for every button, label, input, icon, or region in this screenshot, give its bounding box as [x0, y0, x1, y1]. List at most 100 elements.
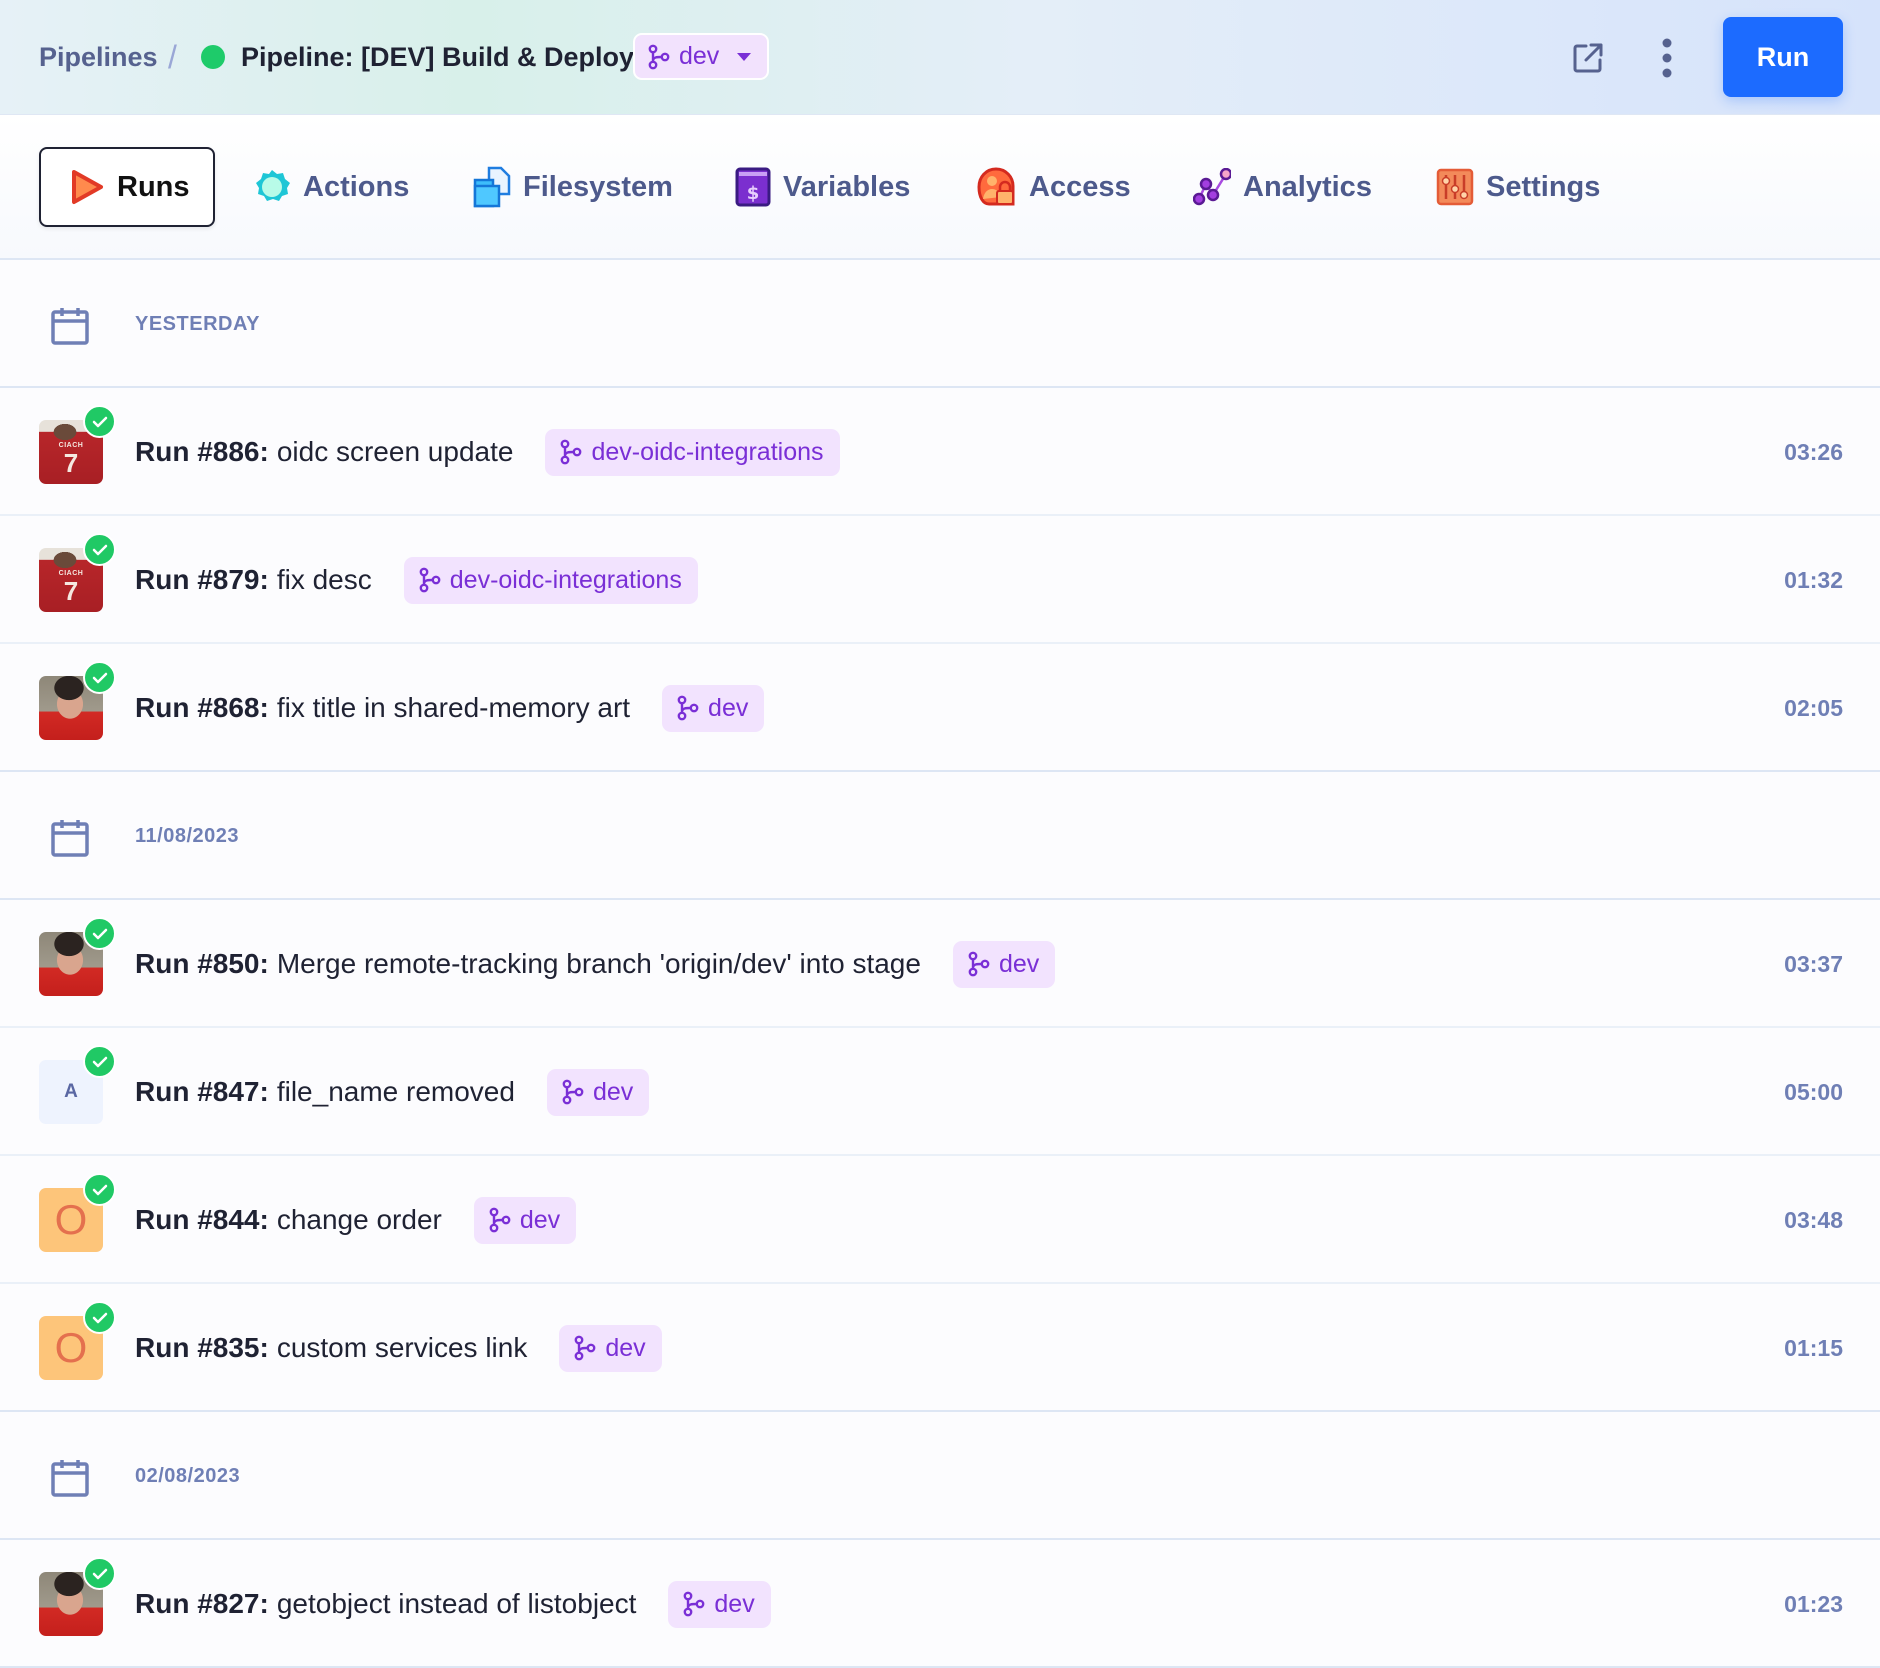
branch-tag: dev	[668, 1580, 771, 1628]
branch-tag: dev	[546, 1068, 650, 1116]
git-branch-icon	[562, 1079, 584, 1105]
user-lock-icon	[977, 167, 1015, 206]
run-duration: 01:23	[1784, 1590, 1843, 1617]
pipeline-status-dot	[201, 45, 225, 69]
git-branch-icon	[968, 951, 990, 977]
success-check-icon	[83, 1045, 116, 1078]
tab-analytics[interactable]: Analytics	[1193, 147, 1372, 227]
top-bar: Pipelines / Pipeline: [DEV] Build & Depl…	[0, 0, 1880, 115]
run-row[interactable]: CIACH 7 Run #886: oidc screen update dev-…	[0, 388, 1880, 516]
svg-text:$: $	[747, 183, 760, 204]
run-number: Run #835:	[135, 1332, 269, 1363]
gear-badge-icon	[256, 170, 290, 201]
tab-label: Settings	[1486, 170, 1601, 203]
chart-nodes-icon	[1193, 168, 1231, 206]
git-branch-icon	[648, 44, 670, 69]
external-link-icon	[1573, 43, 1603, 73]
run-number: Run #868:	[135, 692, 269, 723]
tab-actions[interactable]: Actions	[253, 147, 409, 227]
more-options-button[interactable]	[1646, 37, 1688, 79]
breadcrumb-separator: /	[168, 39, 177, 75]
run-message: fix title in shared-memory art	[276, 692, 631, 723]
tab-label: Filesystem	[523, 170, 673, 203]
run-message: fix desc	[276, 564, 372, 595]
success-check-icon	[83, 917, 116, 950]
run-message: oidc screen update	[276, 436, 514, 467]
branch-name: dev-oidc-integrations	[591, 437, 824, 466]
pipeline-title: Pipeline: [DEV] Build & Deploy	[241, 42, 635, 72]
run-duration: 03:48	[1784, 1206, 1843, 1233]
success-check-icon	[83, 1301, 116, 1334]
branch-tag: dev-oidc-integrations	[545, 428, 840, 476]
branch-name: dev	[592, 1077, 634, 1106]
run-message: Merge remote-tracking branch 'origin/dev…	[276, 948, 921, 979]
tab-label: Access	[1029, 170, 1131, 203]
runs-list: YESTERDAY CIACH 7 Run #886: oidc screen u…	[0, 260, 1880, 1668]
branch-selector[interactable]: dev	[633, 33, 769, 80]
branch-tag: dev	[473, 1196, 577, 1244]
run-pipeline-button[interactable]: Run	[1723, 17, 1843, 97]
date-group-header: YESTERDAY	[0, 260, 1880, 388]
run-number: Run #844:	[135, 1204, 269, 1235]
calendar-icon	[51, 1460, 89, 1497]
run-row[interactable]: O Run #844: change order dev 03:48	[0, 1156, 1880, 1284]
tab-runs[interactable]: Runs	[39, 147, 215, 227]
play-icon	[72, 170, 103, 204]
branch-name: dev	[519, 1205, 561, 1234]
date-group-header: 02/08/2023	[0, 1412, 1880, 1540]
run-number: Run #827:	[135, 1588, 269, 1619]
git-branch-icon	[419, 567, 441, 593]
branch-name: dev	[708, 693, 749, 722]
run-message: file_name removed	[276, 1076, 515, 1107]
sliders-icon	[1436, 168, 1474, 206]
tab-settings[interactable]: Settings	[1436, 147, 1600, 227]
branch-selector-value: dev	[679, 42, 720, 70]
branch-name: dev	[714, 1589, 755, 1618]
branch-tag: dev	[559, 1324, 662, 1372]
dollar-book-icon: $	[735, 167, 771, 207]
branch-name: dev	[605, 1333, 646, 1362]
git-branch-icon	[677, 695, 699, 721]
group-date: 02/08/2023	[135, 1464, 241, 1487]
group-date: YESTERDAY	[135, 312, 260, 335]
breadcrumb-pipelines-link[interactable]: Pipelines	[39, 0, 158, 115]
run-row[interactable]: Run #827: getobject instead of listobjec…	[0, 1540, 1880, 1668]
git-branch-icon	[489, 1207, 511, 1233]
tab-label: Actions	[303, 170, 410, 203]
success-check-icon	[83, 405, 116, 438]
success-check-icon	[83, 661, 116, 694]
run-number: Run #879:	[135, 564, 269, 595]
tab-variables[interactable]: $ Variables	[735, 147, 910, 227]
tab-filesystem[interactable]: Filesystem	[473, 147, 673, 227]
open-external-button[interactable]	[1567, 37, 1609, 79]
branch-tag: dev-oidc-integrations	[403, 556, 698, 604]
run-number: Run #850:	[135, 948, 269, 979]
more-vertical-icon	[1662, 38, 1672, 78]
branch-name: dev-oidc-integrations	[449, 565, 682, 594]
run-row[interactable]: Run #868: fix title in shared-memory art…	[0, 644, 1880, 772]
date-group-header: 11/08/2023	[0, 772, 1880, 900]
group-date: 11/08/2023	[135, 824, 239, 847]
file-folder-icon	[473, 166, 511, 208]
run-row[interactable]: CIACH 7 Run #879: fix desc dev-oidc-integ…	[0, 516, 1880, 644]
branch-tag: dev	[662, 684, 765, 732]
run-duration: 03:37	[1784, 950, 1843, 977]
run-row[interactable]: O Run #835: custom services link dev 01:…	[0, 1284, 1880, 1412]
run-number: Run #847:	[135, 1076, 269, 1107]
pipeline-tabs: Runs Actions Filesystem $ Variables Acce…	[0, 115, 1880, 260]
git-branch-icon	[683, 1591, 705, 1617]
run-row[interactable]: A Run #847: file_name removed dev 05:00	[0, 1028, 1880, 1156]
tab-access[interactable]: Access	[977, 147, 1131, 227]
calendar-icon	[51, 820, 89, 857]
run-duration: 03:26	[1784, 438, 1843, 465]
tab-label: Runs	[117, 170, 190, 203]
run-message: getobject instead of listobject	[276, 1588, 637, 1619]
branch-name: dev	[998, 949, 1040, 978]
tab-label: Variables	[783, 170, 911, 203]
calendar-icon	[51, 308, 89, 345]
run-duration: 01:32	[1784, 566, 1843, 593]
run-number: Run #886:	[135, 436, 269, 467]
git-branch-icon	[574, 1335, 596, 1361]
run-row[interactable]: Run #850: Merge remote-tracking branch '…	[0, 900, 1880, 1028]
run-duration: 02:05	[1784, 694, 1843, 721]
